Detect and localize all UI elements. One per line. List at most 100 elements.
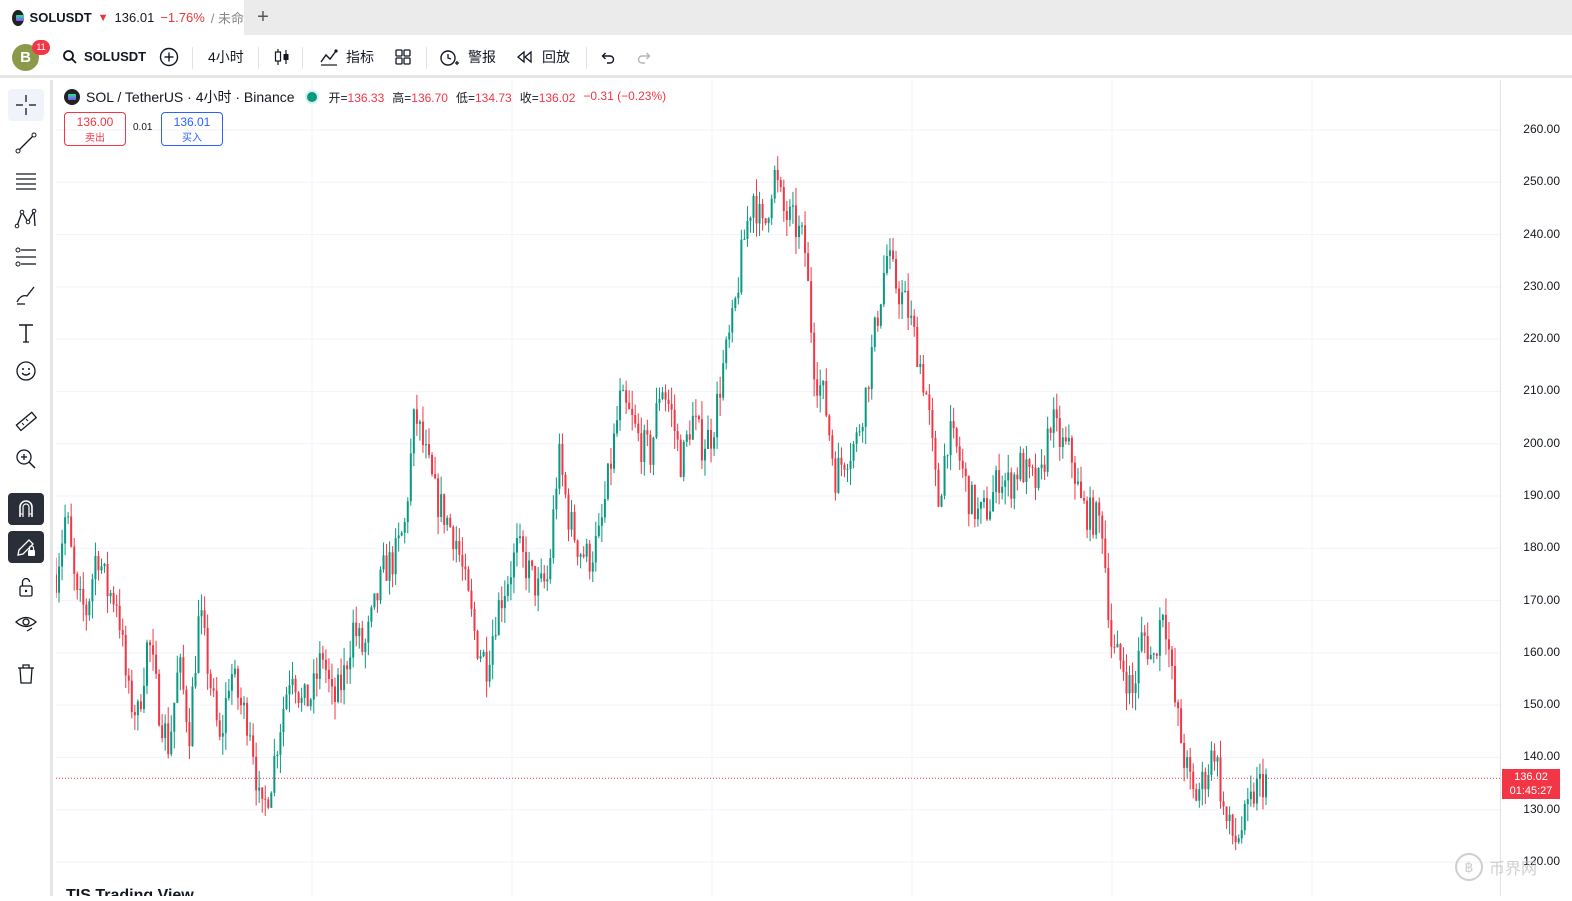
candle-body <box>1234 835 1237 843</box>
replay-button[interactable]: 回放 <box>516 35 570 78</box>
candle-body <box>337 674 340 702</box>
indicators-label: 指标 <box>346 48 374 65</box>
magnet-tool[interactable] <box>8 493 44 525</box>
candle <box>1134 670 1137 711</box>
candle <box>270 791 273 808</box>
candle <box>503 580 506 624</box>
candle-body <box>661 392 664 399</box>
candle <box>640 417 643 474</box>
candle-body <box>973 484 976 520</box>
symbol-search-button[interactable]: SOLUSDT <box>62 35 146 78</box>
candle <box>940 493 943 508</box>
tab-change: −1.76% <box>160 10 205 25</box>
candle-body <box>127 675 130 681</box>
candle <box>916 316 919 367</box>
candle <box>619 378 622 431</box>
candle <box>767 217 770 233</box>
candle <box>652 436 655 476</box>
remove-drawings-tool[interactable] <box>8 658 44 690</box>
brush-tool[interactable] <box>8 279 44 311</box>
compare-button[interactable] <box>158 35 180 78</box>
candle-body <box>1186 757 1189 768</box>
lock-drawings-tool[interactable] <box>8 571 44 603</box>
trend-line-tool[interactable] <box>8 127 44 159</box>
emoji-tool[interactable] <box>8 355 44 387</box>
redo-button[interactable] <box>636 35 654 78</box>
crosshair-tool[interactable] <box>8 89 44 121</box>
stay-in-drawing-mode-tool[interactable] <box>8 531 44 563</box>
candle <box>788 199 791 227</box>
candle-body <box>561 443 564 475</box>
tab-layout-name: / 未命 <box>210 11 244 26</box>
candle <box>1252 782 1255 808</box>
candle <box>1004 472 1007 505</box>
candle-body <box>1174 665 1177 703</box>
candle-body <box>373 593 376 608</box>
market-status-icon[interactable] <box>306 92 317 102</box>
indicators-button[interactable]: 指标 <box>318 35 374 78</box>
candle-body <box>740 239 743 293</box>
chart-pane[interactable] <box>55 80 1500 896</box>
hide-drawings-tool[interactable] <box>8 607 44 639</box>
candle <box>139 694 142 712</box>
candle-body <box>312 673 315 700</box>
candle-body <box>1110 620 1113 647</box>
candle <box>437 473 440 535</box>
candle <box>230 664 233 705</box>
candle-body <box>1167 639 1170 650</box>
text-tool[interactable] <box>8 317 44 349</box>
zoom-tool[interactable] <box>8 443 44 475</box>
new-tab-button[interactable]: + <box>252 6 274 28</box>
candle <box>825 368 828 418</box>
candle-body <box>573 511 576 541</box>
candle-body <box>928 394 931 411</box>
candle-body <box>224 698 227 734</box>
candle <box>998 453 1001 505</box>
candle-body <box>112 592 115 605</box>
measure-tool[interactable] <box>8 405 44 437</box>
candle-body <box>1104 538 1107 569</box>
buy-button[interactable]: 136.01 买入 <box>161 112 223 146</box>
candle <box>719 376 722 416</box>
candle <box>1158 607 1161 672</box>
candle-body <box>88 601 91 616</box>
undo-button[interactable] <box>598 35 616 78</box>
candle <box>591 551 594 583</box>
chart-type-button[interactable] <box>272 35 292 78</box>
fib-tool[interactable] <box>8 165 44 197</box>
candle-body <box>431 454 434 475</box>
candle-body <box>546 579 549 582</box>
candle-body <box>379 569 382 601</box>
candle <box>1170 645 1173 680</box>
alert-button[interactable]: 警报 <box>438 35 496 78</box>
candle-body <box>534 566 537 596</box>
candle-body <box>891 250 894 260</box>
candle <box>570 500 573 537</box>
interval-button[interactable]: 4小时 <box>208 35 244 78</box>
candle-body <box>343 665 346 690</box>
layouts-button[interactable] <box>393 35 413 78</box>
candle <box>252 723 255 765</box>
pattern-tool[interactable] <box>8 203 44 235</box>
candle <box>473 601 476 640</box>
candle <box>1167 622 1170 668</box>
chart-tab[interactable]: SOLUSDT ▼ 136.01 −1.76% / 未命 <box>0 0 244 35</box>
candle <box>882 255 885 308</box>
candle <box>725 336 728 370</box>
legend-title[interactable]: SOL / TetherUS · 4小时 · Binance <box>86 87 295 107</box>
solana-coin-icon <box>64 89 80 105</box>
candle-body <box>791 205 794 207</box>
candle-body <box>145 642 148 686</box>
candle-body <box>309 699 312 707</box>
forecast-tool[interactable] <box>8 241 44 273</box>
candle-body <box>340 674 343 690</box>
candle-body <box>679 439 682 477</box>
candle-body <box>982 498 985 503</box>
candle-body <box>1198 789 1201 801</box>
candle-body <box>916 326 919 367</box>
sell-button[interactable]: 136.00 卖出 <box>64 112 126 146</box>
pencil-lock-icon <box>17 539 35 556</box>
candle-body <box>1043 464 1046 472</box>
price-chart[interactable] <box>55 80 1500 896</box>
candle-body <box>400 532 403 536</box>
